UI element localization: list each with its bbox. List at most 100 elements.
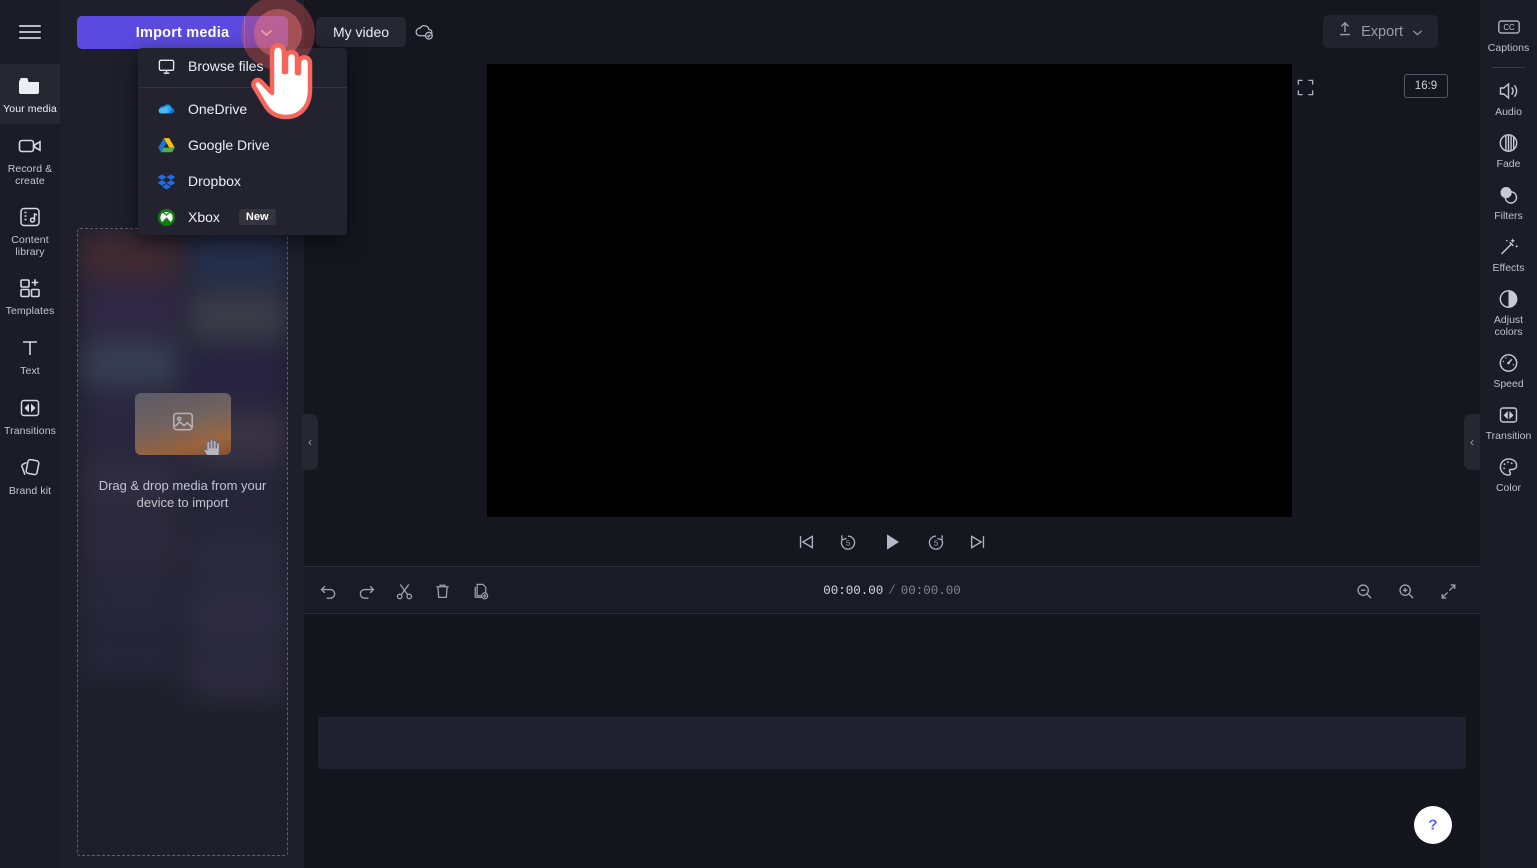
menu-item-label: OneDrive [188,101,248,117]
fit-arrows-icon[interactable] [1434,577,1462,605]
menu-item-label: Xbox [188,209,220,225]
question-mark-icon: ? [1428,817,1437,834]
trash-icon[interactable] [428,577,456,605]
sidebar-item-label: Brand kit [8,485,52,497]
video-camera-icon [17,133,43,159]
dropzone-content: Drag & drop media from your device to im… [78,393,287,511]
sidebar-item-content-library[interactable]: Content library [0,195,60,266]
rrail-item-transition[interactable]: Transition [1480,396,1537,448]
filters-circles-icon [1497,183,1520,207]
menu-item-xbox[interactable]: Xbox New [138,199,347,235]
rrail-item-label: Effects [1492,262,1525,274]
rrail-item-audio[interactable]: Audio [1480,72,1537,124]
skip-forward-icon[interactable] [968,532,988,552]
new-badge: New [238,209,276,225]
help-button[interactable]: ? [1414,806,1452,844]
rrail-item-fade[interactable]: Fade [1480,124,1537,176]
export-button[interactable]: Export [1323,15,1438,48]
rrail-item-label: Audio [1495,106,1522,118]
aspect-ratio-button[interactable]: 16:9 [1404,74,1448,98]
timeline-toolbar: 00:00.00 / 00:00.00 [304,566,1480,614]
menu-item-label: Dropbox [188,173,241,189]
sidebar-item-record-create[interactable]: Record & create [0,124,60,195]
rewind-5-icon[interactable]: 5 [838,532,858,552]
magnifier-plus-icon[interactable] [1392,577,1420,605]
chevron-left-icon: ‹ [308,435,312,449]
monitor-icon [156,57,176,76]
media-dropzone[interactable]: Drag & drop media from your device to im… [77,228,288,856]
menu-item-onedrive[interactable]: OneDrive [138,91,347,127]
rrail-item-label: Captions [1487,42,1530,54]
hamburger-icon [19,21,41,43]
timeline-edit-tools [314,567,494,615]
rrail-item-captions[interactable]: CC Captions [1480,8,1537,60]
timeline-tracks-area[interactable] [304,614,1480,868]
speaker-icon [1497,79,1521,103]
rrail-item-label: Transition [1485,430,1532,442]
import-media-button[interactable]: Import media [77,16,288,49]
rrail-item-label: Speed [1493,378,1524,390]
rrail-item-effects[interactable]: Effects [1480,228,1537,280]
forward-5-icon[interactable]: 5 [926,532,946,552]
google-drive-icon [156,137,176,154]
sidebar-item-text[interactable]: Text [0,326,60,386]
import-media-dropdown-toggle[interactable] [244,16,288,49]
sidebar-item-label: Transitions [3,425,57,437]
blurred-media-thumbnails [78,229,287,855]
onedrive-icon [156,101,176,117]
contrast-icon [1497,287,1520,311]
cc-icon: CC [1497,15,1521,39]
image-placeholder-icon [170,409,196,440]
rrail-item-color[interactable]: Color [1480,448,1537,500]
duplicate-icon[interactable] [466,577,494,605]
rrail-item-speed[interactable]: Speed [1480,344,1537,396]
cloud-saved-icon[interactable] [414,22,435,46]
sidebar-item-your-media[interactable]: Your media [0,64,60,124]
menu-item-browse-files[interactable]: Browse files [138,48,347,84]
svg-text:5: 5 [934,538,938,547]
your-media-panel: Drag & drop media from your device to im… [60,0,347,868]
timeline-track-empty[interactable] [318,717,1466,769]
video-preview-canvas[interactable] [487,64,1292,517]
sidebar-item-brand-kit[interactable]: Brand kit [0,446,60,506]
menu-divider [138,87,347,88]
left-sidebar: Your media Record & create Content libra… [0,0,60,868]
rrail-item-label: Color [1495,482,1522,494]
properties-sidebar: CC Captions Audio Fade Filters Effects A… [1480,0,1537,868]
hamburger-menu-button[interactable] [0,0,60,64]
redo-icon[interactable] [352,577,380,605]
menu-item-dropbox[interactable]: Dropbox [138,163,347,199]
sidebar-item-transitions[interactable]: Transitions [0,386,60,446]
brand-kit-cards-icon [18,455,42,481]
upload-arrow-icon [1338,21,1352,42]
fullscreen-icon[interactable] [1296,78,1315,102]
timeline-zoom-controls [1350,567,1462,615]
sidebar-item-label: Record & create [7,163,53,187]
import-media-label: Import media [135,24,230,41]
content-library-icon [18,204,42,230]
collapse-properties-panel-handle[interactable]: ‹ [1464,414,1480,470]
play-icon[interactable] [880,530,904,554]
project-name-field[interactable]: My video [316,17,407,47]
rrail-item-filters[interactable]: Filters [1480,176,1537,228]
project-name-label: My video [333,24,390,40]
sidebar-item-label: Content library [11,234,49,258]
rrail-item-label: Fade [1496,158,1521,170]
sidebar-item-templates[interactable]: Templates [0,266,60,326]
time-separator: / [888,584,896,598]
dropzone-thumbnail [134,393,231,455]
skip-back-icon[interactable] [796,532,816,552]
svg-text:5: 5 [846,538,850,547]
chevron-down-icon [1412,23,1423,41]
xbox-icon [156,208,176,227]
sidebar-item-label: Templates [5,305,55,317]
collapse-media-panel-handle[interactable]: ‹ [302,414,318,470]
undo-icon[interactable] [314,577,342,605]
rrail-item-adjust-colors[interactable]: Adjust colors [1480,280,1537,344]
aspect-ratio-label: 16:9 [1414,80,1438,92]
magnifier-minus-icon[interactable] [1350,577,1378,605]
menu-item-google-drive[interactable]: Google Drive [138,127,347,163]
scissors-icon[interactable] [390,577,418,605]
current-time: 00:00.00 [823,584,884,598]
text-t-icon [18,335,42,361]
